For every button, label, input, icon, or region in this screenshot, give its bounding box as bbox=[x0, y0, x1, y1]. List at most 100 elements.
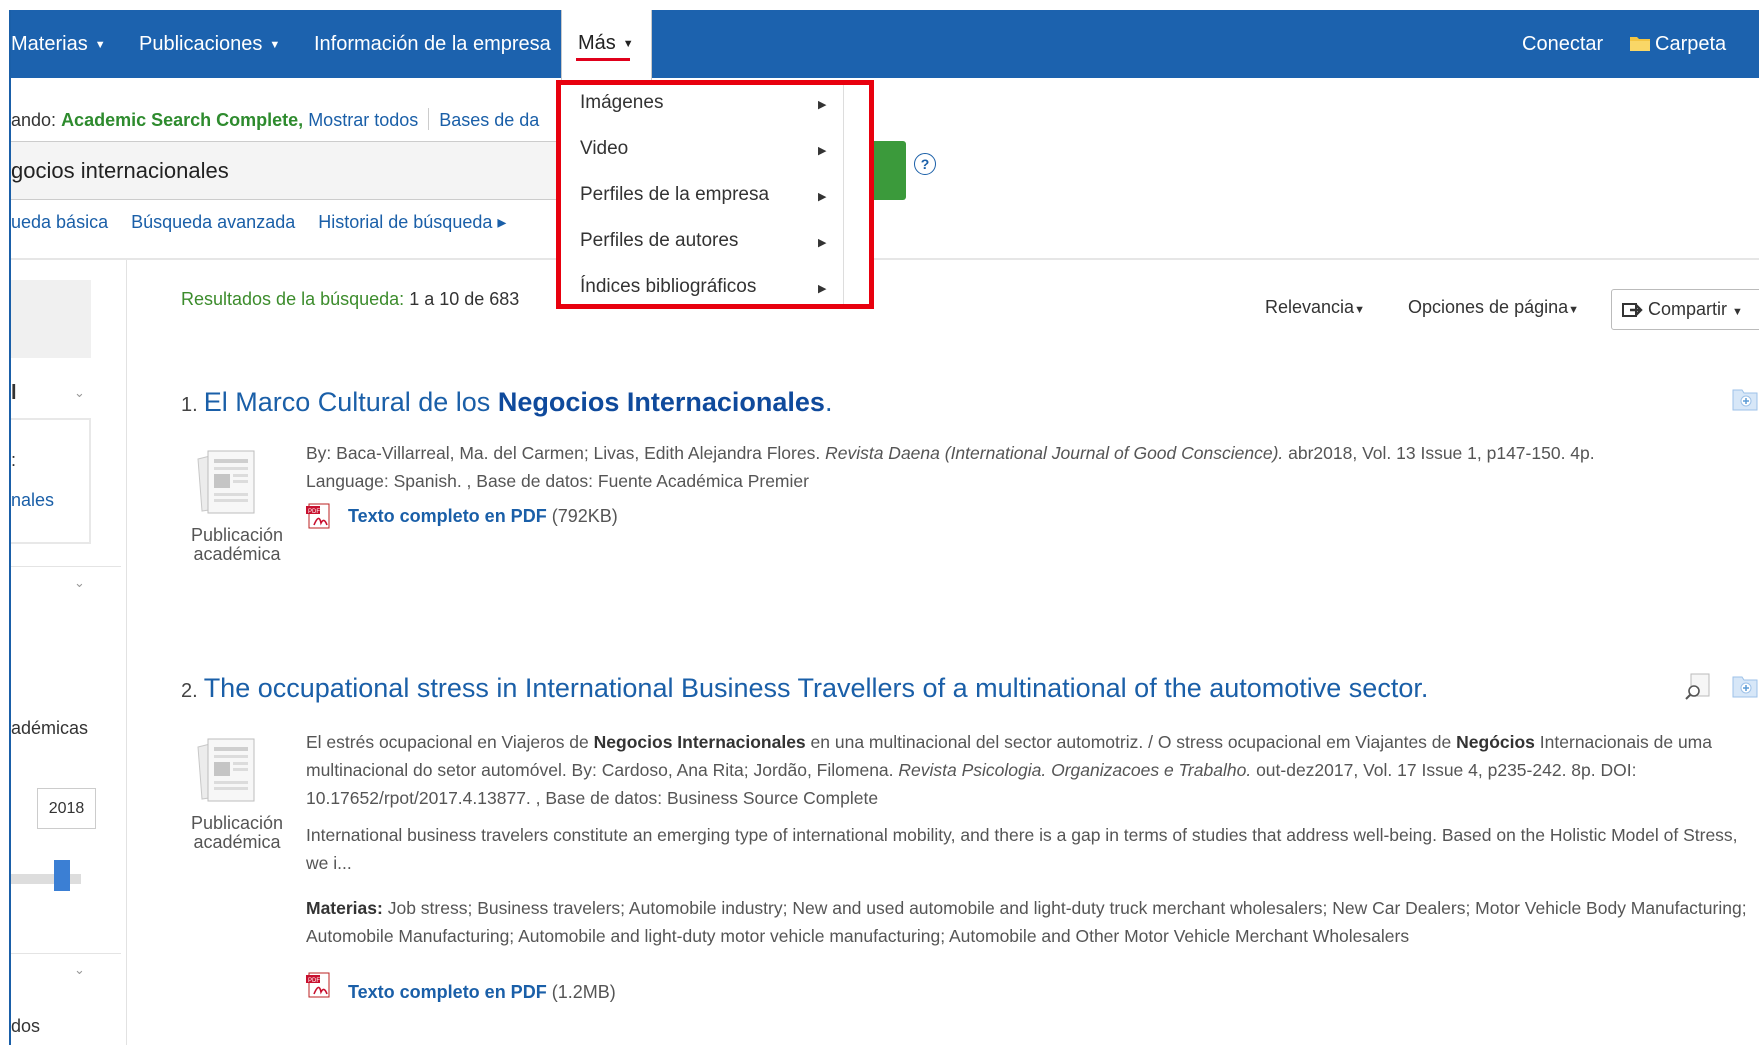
publication-type-label: Publicación académica bbox=[190, 813, 284, 852]
relevancia-label: Relevancia bbox=[1265, 297, 1355, 317]
journal[interactable]: Revista Daena (International Journal of … bbox=[825, 443, 1283, 463]
year-input[interactable]: 2018 bbox=[37, 788, 96, 829]
relevancia-dropdown[interactable]: Relevancia▼ bbox=[1265, 297, 1365, 318]
menu-item-video[interactable]: Video bbox=[580, 138, 628, 160]
authors: By: Baca-Villarreal, Ma. del Carmen; Liv… bbox=[306, 443, 821, 463]
nav-mas-label: Más ▼ bbox=[578, 32, 634, 54]
search-query-text: gocios internacionales bbox=[11, 158, 229, 183]
nav-carpeta[interactable]: Carpeta bbox=[1629, 10, 1726, 78]
result-title-2[interactable]: 2. The occupational stress in Internation… bbox=[181, 673, 1428, 704]
preview-magnifier-icon[interactable] bbox=[1685, 672, 1713, 700]
description-text: en una multinacional del sector automotr… bbox=[810, 732, 1452, 752]
help-icon[interactable]: ? bbox=[914, 153, 936, 175]
publication-type-label: Publicación académica bbox=[190, 525, 284, 564]
database-name: Academic Search Complete, bbox=[61, 110, 304, 130]
mostrar-todos-link[interactable]: Mostrar todos bbox=[308, 110, 418, 130]
sidebar-link[interactable]: nales bbox=[11, 490, 54, 511]
pdf-full-text-link-1[interactable]: Texto completo en PDF (792KB) bbox=[348, 506, 618, 527]
opciones-pagina-dropdown[interactable]: Opciones de página▼ bbox=[1408, 297, 1579, 318]
svg-text:PDF: PDF bbox=[308, 509, 320, 515]
caret-down-icon: ▼ bbox=[1732, 306, 1743, 318]
search-mode-links: ueda básica Búsqueda avanzada Historial … bbox=[11, 212, 524, 233]
academic-publication-icon bbox=[197, 450, 255, 514]
result-number: 1. bbox=[181, 394, 198, 416]
citation: abr2018, Vol. 13 Issue 1, p147-150. 4p. bbox=[1288, 443, 1595, 463]
menu-item-imagenes[interactable]: Imágenes bbox=[580, 92, 663, 114]
title-text: . bbox=[824, 387, 833, 417]
compartir-label: Compartir bbox=[1648, 299, 1728, 319]
result-title-1[interactable]: 1. El Marco Cultural de los Negocios Inte… bbox=[181, 387, 832, 418]
description-text: El estrés ocupacional en Viajeros de bbox=[306, 732, 589, 752]
academic-publication-icon bbox=[197, 738, 255, 802]
pdf-label[interactable]: Texto completo en PDF bbox=[348, 506, 547, 526]
busqueda-basica-link[interactable]: ueda básica bbox=[11, 212, 108, 232]
title-text: El Marco Cultural de los bbox=[203, 387, 491, 417]
searching-line: ando: Academic Search Complete, Mostrar … bbox=[11, 108, 539, 131]
caret-down-icon: ▼ bbox=[1354, 304, 1365, 316]
pdf-icon[interactable]: PDF bbox=[306, 972, 332, 998]
materias-label: Materias: bbox=[306, 898, 383, 918]
add-to-folder-icon[interactable] bbox=[1732, 674, 1758, 698]
caret-down-icon: ▼ bbox=[94, 39, 106, 51]
pdf-icon[interactable]: PDF bbox=[306, 503, 332, 529]
caret-down-icon: ▼ bbox=[1568, 304, 1580, 316]
mas-dropdown-menu: Imágenes ▶ Video ▶ Perfiles de la empres… bbox=[556, 80, 874, 309]
pdf-full-text-link-2[interactable]: Texto completo en PDF (1.2MB) bbox=[348, 982, 616, 1003]
pdf-label[interactable]: Texto completo en PDF bbox=[348, 982, 547, 1002]
nav-publicaciones[interactable]: Publicaciones ▼ bbox=[139, 10, 280, 78]
pdf-size: (1.2MB) bbox=[551, 982, 616, 1002]
top-nav-bar: Materias ▼ Publicaciones ▼ Información de … bbox=[11, 10, 1759, 78]
chevron-down-icon[interactable]: ⌄ bbox=[74, 962, 85, 978]
folder-icon bbox=[1630, 37, 1650, 51]
nav-carpeta-label: Carpeta bbox=[1655, 33, 1727, 55]
header-divider bbox=[11, 258, 1759, 260]
sidebar-panel bbox=[11, 280, 91, 358]
result-meta-1: By: Baca-Villarreal, Ma. del Carmen; Liv… bbox=[306, 439, 1746, 495]
submenu-arrow-icon: ▶ bbox=[818, 283, 827, 295]
submenu-arrow-icon: ▶ bbox=[818, 145, 827, 157]
keyword-highlight: Negócios bbox=[1456, 732, 1535, 752]
svg-text:PDF: PDF bbox=[308, 978, 320, 984]
sidebar-text: : bbox=[11, 450, 17, 470]
ebsco-page: Materias ▼ Publicaciones ▼ Información de … bbox=[0, 0, 1759, 1045]
menu-item-perfiles-autores[interactable]: Perfiles de autores bbox=[580, 230, 738, 252]
add-to-folder-icon[interactable] bbox=[1732, 387, 1758, 411]
busqueda-avanzada-link[interactable]: Búsqueda avanzada bbox=[131, 212, 295, 232]
sidebar-heading: l bbox=[11, 382, 17, 404]
nav-mas[interactable]: Más ▼ bbox=[561, 10, 652, 81]
caret-down-icon: ▼ bbox=[622, 38, 634, 50]
pdf-size: (792KB) bbox=[551, 506, 618, 526]
results-count: Resultados de la búsqueda: 1 a 10 de 683 bbox=[181, 289, 519, 310]
materias-list[interactable]: Job stress; Business travelers; Automobi… bbox=[306, 898, 1747, 946]
result-meta-2: El estrés ocupacional en Viajeros de Neg… bbox=[306, 728, 1758, 812]
nav-materias-label: Materias bbox=[11, 33, 88, 55]
nav-publicaciones-label: Publicaciones bbox=[139, 33, 263, 55]
chevron-down-icon[interactable]: ⌄ bbox=[74, 385, 85, 401]
opciones-label: Opciones de página bbox=[1408, 297, 1569, 317]
submenu-arrow-icon: ▶ bbox=[818, 191, 827, 203]
submenu-arrow-icon: ▶ bbox=[818, 237, 827, 249]
historial-busqueda-link[interactable]: Historial de búsqueda ▸ bbox=[318, 212, 506, 232]
results-range: 1 a 10 de 683 bbox=[409, 289, 520, 309]
results-label: Resultados de la búsqueda: bbox=[181, 289, 405, 309]
submenu-arrow-icon: ▶ bbox=[818, 99, 827, 111]
result-number: 2. bbox=[181, 680, 198, 702]
menu-item-perfiles-empresa[interactable]: Perfiles de la empresa bbox=[580, 184, 769, 206]
sidebar-divider bbox=[11, 566, 121, 567]
sidebar-academicas[interactable]: adémicas bbox=[11, 718, 88, 739]
nav-conectar[interactable]: Conectar bbox=[1522, 10, 1603, 78]
chevron-down-icon[interactable]: ⌄ bbox=[74, 575, 85, 591]
language-database: Language: Spanish. , Base de datos: Fuen… bbox=[306, 471, 809, 491]
sidebar-text: dos bbox=[11, 1016, 41, 1036]
share-icon bbox=[1622, 303, 1643, 317]
journal[interactable]: Revista Psicologia. Organizacoes e Traba… bbox=[898, 760, 1251, 780]
nav-info-empresa[interactable]: Información de la empresa bbox=[314, 10, 551, 78]
date-slider-track[interactable] bbox=[11, 874, 81, 884]
bases-de-datos-link[interactable]: Bases de da bbox=[439, 110, 539, 130]
left-sidebar: l ⌄ : nales ⌄ adémicas 2018 ⌄ dos bbox=[11, 260, 127, 1045]
date-slider-handle[interactable] bbox=[54, 860, 70, 891]
menu-item-indices-bibliograficos[interactable]: Índices bibliográficos bbox=[580, 276, 756, 298]
nav-materias[interactable]: Materias ▼ bbox=[11, 10, 106, 78]
sidebar-box bbox=[11, 418, 91, 544]
compartir-button[interactable]: Compartir ▼ bbox=[1611, 289, 1759, 330]
